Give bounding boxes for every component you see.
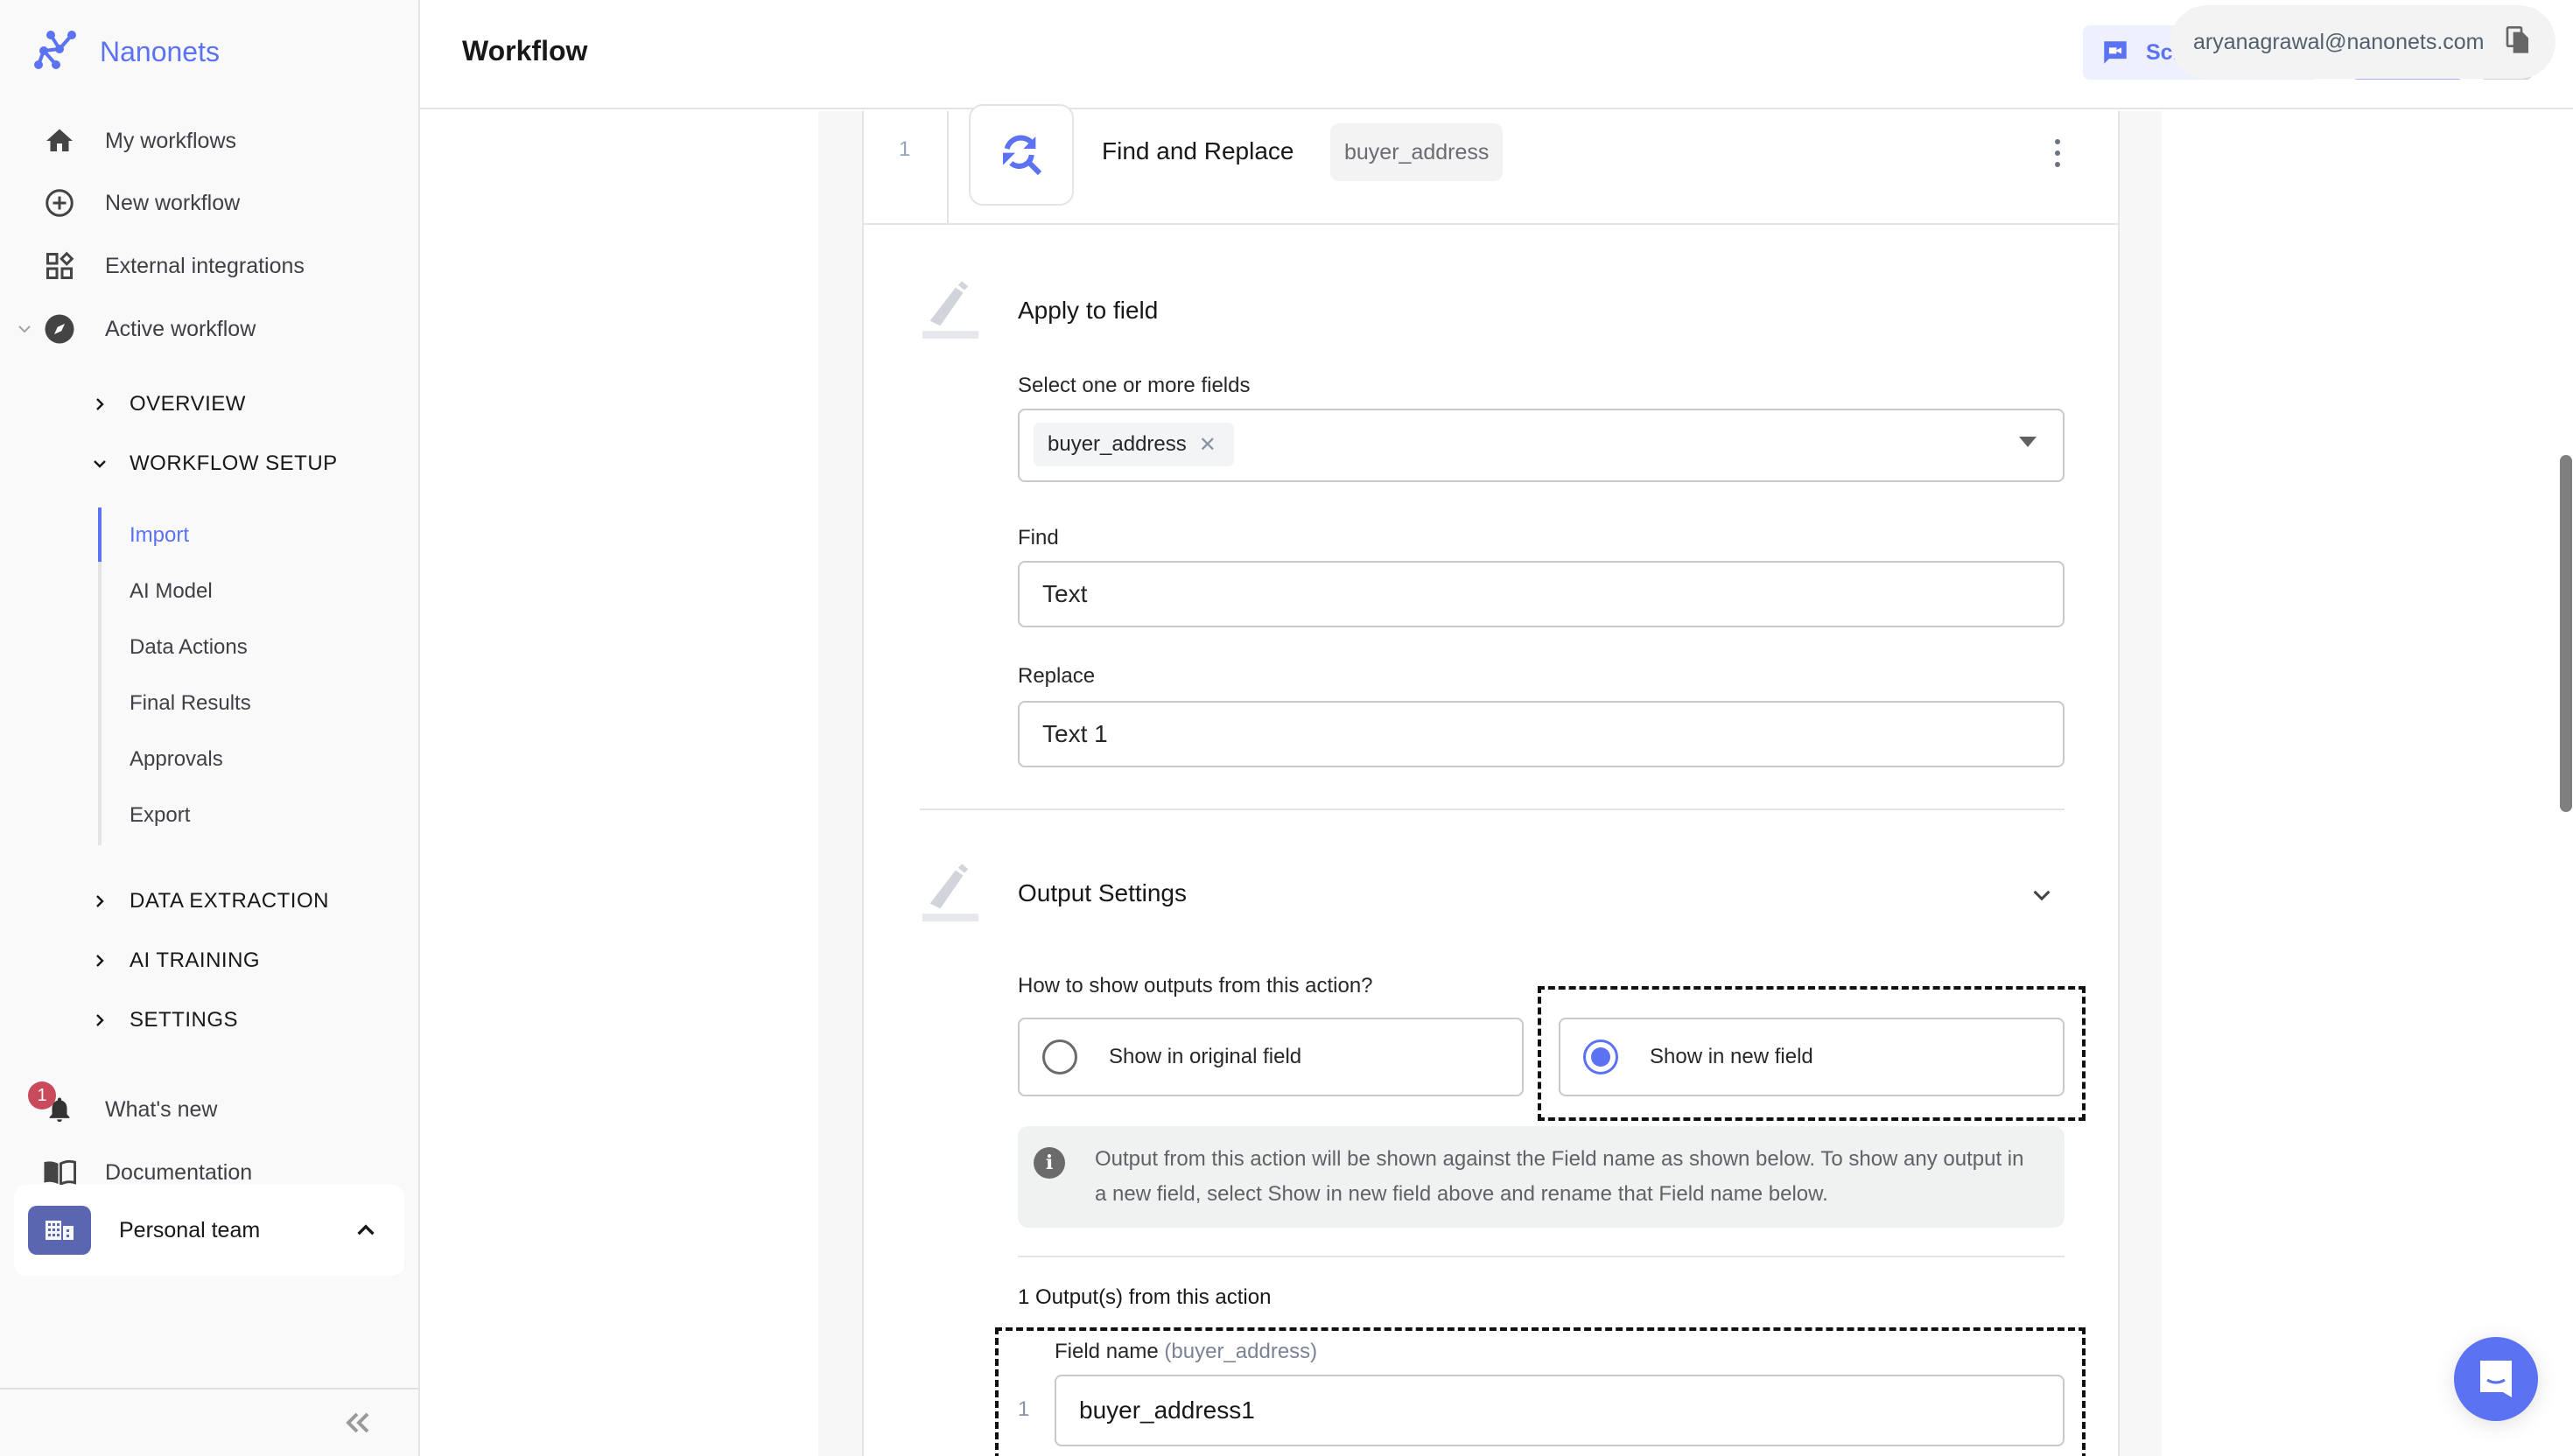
action-field-chip: buyer_address [1330,123,1504,181]
find-replace-icon [969,104,1074,206]
video-chat-icon [2104,41,2127,64]
info-text: Output from this action will be shown ag… [1095,1147,2024,1206]
radio-show-in-original-field[interactable]: Show in original field [1018,1018,1524,1096]
fields-multiselect[interactable]: buyer_address ✕ [1018,409,2065,482]
nav-label: Active workflow [105,316,256,341]
user-email: aryanagrawal@nanonets.com [2193,29,2485,54]
chevron-right-icon [88,948,112,973]
home-icon [42,123,77,158]
submenu-active-indicator [98,508,102,562]
brand[interactable]: Nanonets [33,30,220,74]
section-label: AI TRAINING [130,948,261,972]
section-overview[interactable]: OVERVIEW [88,387,245,422]
submenu-final-results[interactable]: Final Results [130,691,251,716]
output-field-name-input[interactable]: buyer_address1 [1055,1375,2065,1446]
nav-my-workflows[interactable]: My workflows [42,120,236,162]
team-switcher[interactable]: Personal team [14,1185,404,1276]
notification-badge: 1 [28,1082,56,1110]
radio-show-in-new-field[interactable]: Show in new field [1559,1018,2065,1096]
divider [920,808,2065,810]
replace-input[interactable]: Text 1 [1018,701,2065,767]
submenu-approvals[interactable]: Approvals [130,747,223,772]
team-name: Personal team [119,1218,261,1242]
dropdown-arrow-icon[interactable] [2019,437,2037,447]
widgets-icon [42,248,77,284]
action-header: 1 Find and Replace buyer_address [864,104,2118,225]
submenu-import[interactable]: Import [130,523,189,548]
field-name-text: Field name [1055,1340,1159,1363]
plus-circle-icon [42,186,77,220]
radio-checked-icon[interactable] [1583,1040,1618,1074]
nav-new-workflow[interactable]: New workflow [42,182,240,224]
find-label: Find [1018,526,1059,550]
divider [947,111,949,225]
building-icon [28,1206,91,1255]
content-gutter [2120,111,2162,1456]
output-question: How to show outputs from this action? [1018,974,1373,998]
pencil-icon [922,281,979,339]
divider [0,1388,418,1390]
submenu-data-actions[interactable]: Data Actions [130,635,248,660]
section-label: DATA EXTRACTION [130,889,329,913]
submenu-ai-model[interactable]: AI Model [130,579,213,604]
section-data-extraction[interactable]: DATA EXTRACTION [88,884,328,919]
outputs-count: 1 Output(s) from this action [1018,1285,1272,1309]
page-title: Workflow [462,35,588,66]
nav-label: External integrations [105,253,305,278]
copy-icon[interactable] [2506,25,2530,59]
radio-unchecked-icon[interactable] [1042,1040,1077,1074]
user-email-tooltip: aryanagrawal@nanonets.com [2170,5,2555,79]
select-fields-label: Select one or more fields [1018,374,1251,397]
radio-label: Show in new field [1650,1045,1813,1068]
pencil-icon [922,864,979,921]
nanonets-logo-icon [34,31,76,69]
chevron-right-icon [88,392,112,416]
section-label: SETTINGS [130,1008,239,1032]
info-icon: i [1034,1147,1065,1179]
nav-label: My workflows [105,128,237,153]
selected-field-tag: buyer_address ✕ [1034,423,1234,466]
radio-label: Show in original field [1109,1045,1302,1068]
chevron-up-icon [357,1224,375,1236]
section-label: WORKFLOW SETUP [130,452,338,475]
replace-label: Replace [1018,664,1096,688]
section-label: OVERVIEW [130,392,246,416]
tag-label: buyer_address [1048,432,1187,456]
nav-label: New workflow [105,190,241,215]
chevron-down-icon[interactable] [2028,883,2056,907]
brand-name: Nanonets [100,35,220,67]
step-number: 1 [899,137,911,161]
chat-widget-button[interactable] [2454,1337,2538,1421]
content-gutter [818,111,862,1456]
apply-to-field-title: Apply to field [1018,297,1159,324]
output-row-number: 1 [1018,1397,1030,1421]
find-input[interactable]: Text [1018,561,2065,627]
field-name-label: Field name (buyer_address) [1055,1340,1317,1364]
output-settings-title: Output Settings [1018,879,1188,906]
section-workflow-setup[interactable]: WORKFLOW SETUP [88,446,337,481]
divider [1018,1256,2065,1257]
chevron-right-icon [88,889,112,914]
chat-icon [2480,1361,2512,1397]
section-ai-training[interactable]: AI TRAINING [88,943,260,978]
field-name-original: (buyer_address) [1164,1340,1318,1363]
sidebar: Nanonets My workflows New workflow Exter… [0,0,420,1456]
section-settings[interactable]: SETTINGS [88,1003,238,1038]
chevron-down-icon [88,452,112,476]
action-card: 1 Find and Replace buyer_address Apply t… [862,104,2120,1456]
nav-active-workflow[interactable]: Active workflow [42,308,256,350]
chevron-down-icon[interactable] [16,320,33,338]
submenu-export[interactable]: Export [130,803,190,828]
compass-icon [42,312,77,346]
nav-label: Documentation [105,1159,253,1185]
nav-external-integrations[interactable]: External integrations [42,245,305,287]
double-chevron-left-icon[interactable] [341,1407,373,1438]
scrollbar[interactable] [2560,455,2572,812]
nav-label: What's new [105,1096,218,1122]
close-icon[interactable]: ✕ [1199,432,1216,458]
more-options-icon[interactable] [2047,136,2068,171]
info-callout: i Output from this action will be shown … [1018,1126,2065,1228]
action-title: Find and Replace [1102,137,1294,164]
chevron-right-icon [88,1008,112,1032]
